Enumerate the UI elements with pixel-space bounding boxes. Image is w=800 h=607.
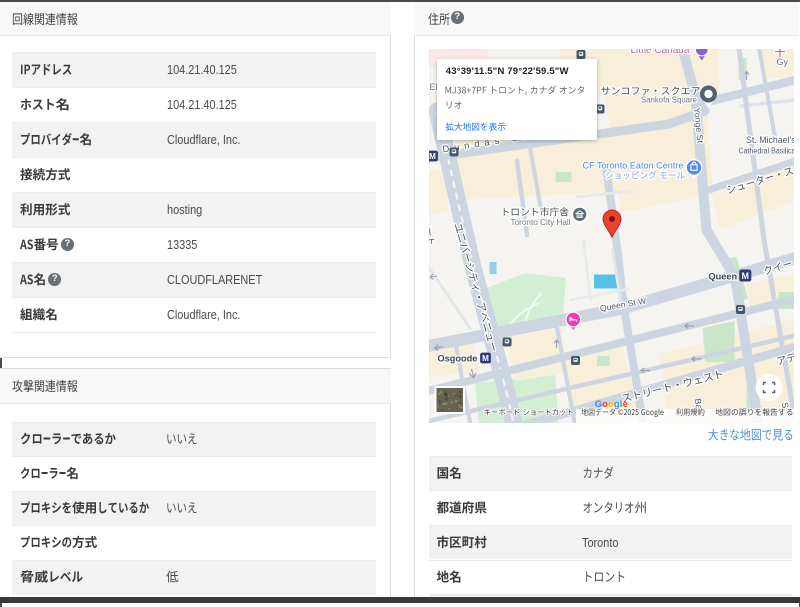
svg-text:Google: Google bbox=[594, 399, 627, 409]
svg-text:Sankofa Square: Sankofa Square bbox=[641, 96, 697, 105]
svg-text:Cathedral Basilica: Cathedral Basilica bbox=[738, 147, 794, 156]
svg-text:Queen: Queen bbox=[708, 272, 737, 282]
svg-text:Gy: Gy bbox=[776, 57, 788, 67]
svg-text:CF Toronto Eaton Centre: CF Toronto Eaton Centre bbox=[582, 161, 683, 171]
svg-text:M: M bbox=[741, 271, 749, 281]
svg-text:M: M bbox=[429, 152, 436, 161]
svg-text:Toronto City Hall: Toronto City Hall bbox=[510, 218, 570, 227]
svg-text:M: M bbox=[482, 354, 489, 363]
svg-text:Osgoode: Osgoode bbox=[437, 354, 477, 364]
svg-text:Little Canada: Little Canada bbox=[630, 49, 689, 56]
svg-text:St. Michael's: St. Michael's bbox=[746, 135, 795, 145]
